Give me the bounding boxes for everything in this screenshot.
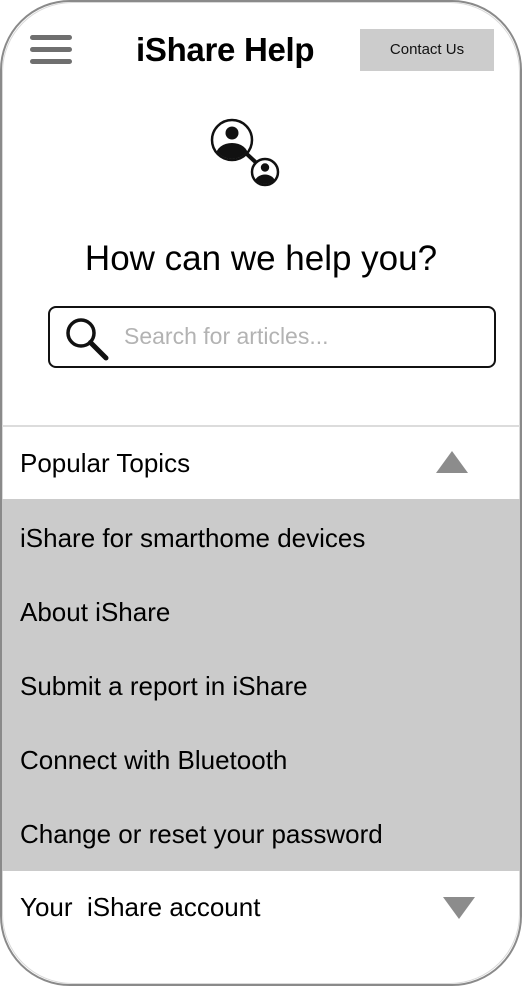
hamburger-menu-icon[interactable] — [30, 35, 72, 67]
popular-topics-header[interactable]: Popular Topics — [2, 427, 520, 499]
topic-item-label: Submit a report in iShare — [20, 671, 308, 701]
popular-topics-list: iShare for smarthome devices About iShar… — [2, 499, 520, 871]
share-people-icon — [210, 118, 280, 187]
topic-item[interactable]: Submit a report in iShare — [2, 649, 520, 723]
topic-item[interactable]: Change or reset your password — [2, 797, 520, 871]
menu-bar — [30, 35, 72, 40]
menu-bar — [30, 59, 72, 64]
phone-frame: iShare Help Contact Us How can we help y… — [0, 0, 522, 986]
menu-bar — [30, 47, 72, 52]
search-input[interactable] — [124, 316, 484, 356]
contact-us-button[interactable]: Contact Us — [360, 29, 494, 71]
search-box[interactable] — [48, 306, 496, 368]
app-header: iShare Help Contact Us — [2, 2, 520, 102]
your-account-label: Your iShare account — [20, 892, 261, 922]
help-heading: How can we help you? — [84, 239, 438, 278]
topic-item[interactable]: About iShare — [2, 575, 520, 649]
topic-item-label: Change or reset your password — [20, 819, 383, 849]
expand-triangle-icon[interactable] — [443, 897, 475, 919]
collapse-triangle-icon[interactable] — [436, 451, 468, 473]
your-account-header[interactable]: Your iShare account — [2, 871, 520, 943]
page-title: iShare Help — [136, 31, 315, 68]
topic-item-label: About iShare — [20, 597, 171, 627]
search-icon[interactable] — [64, 316, 110, 362]
topic-item[interactable]: iShare for smarthome devices — [2, 501, 520, 575]
topic-item-label: Connect with Bluetooth — [20, 745, 288, 775]
topic-item[interactable]: Connect with Bluetooth — [2, 723, 520, 797]
popular-topics-label: Popular Topics — [20, 448, 191, 478]
topic-item-label: iShare for smarthome devices — [20, 523, 366, 553]
